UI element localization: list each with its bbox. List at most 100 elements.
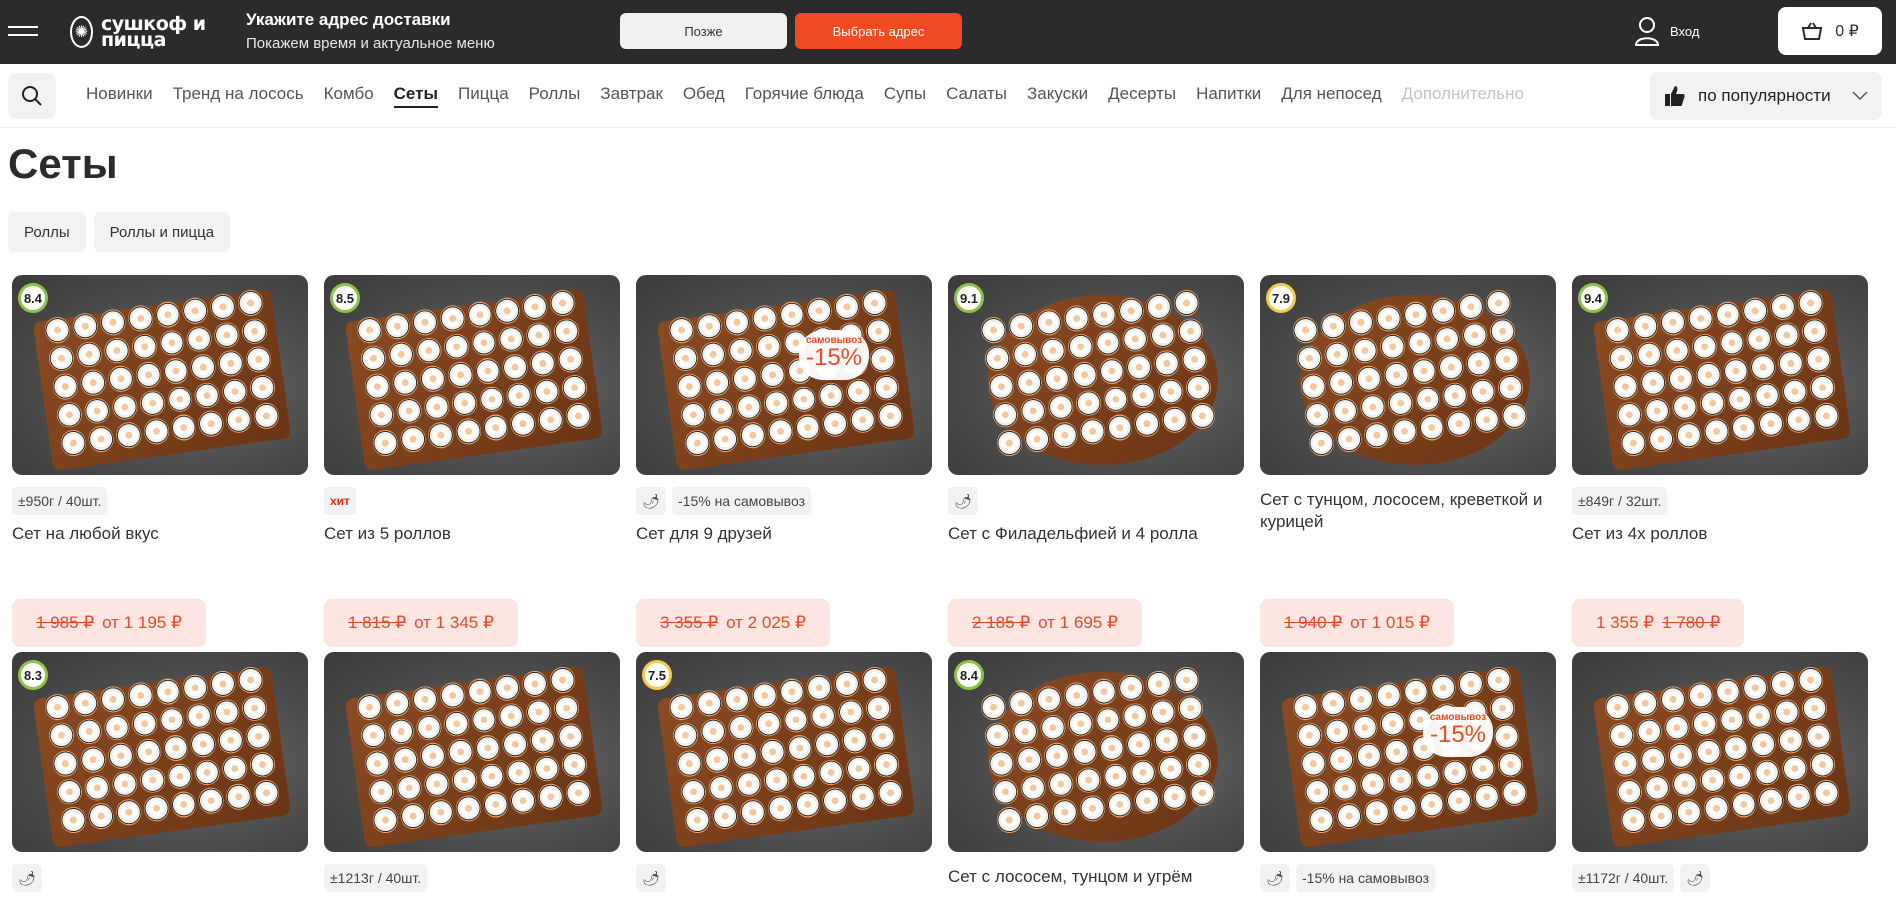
logo-text: сушкоф и пицца (100, 13, 206, 51)
product-photo[interactable] (1572, 652, 1868, 852)
old-price: 1 985 ₽ (36, 613, 95, 632)
product-card[interactable]: ±1172г / 40шт. 🌶 (1572, 652, 1868, 894)
price-button[interactable]: 3 355 ₽ от 2 025 ₽ (636, 599, 830, 647)
rating-badge: 7.5 (642, 660, 672, 690)
product-photo[interactable]: самовывоз -15% (636, 275, 932, 475)
price-button[interactable]: 1 940 ₽ от 1 015 ₽ (1260, 599, 1454, 647)
select-address-button[interactable]: Выбрать адрес (795, 13, 962, 49)
price-button[interactable]: 1 985 ₽ от 1 195 ₽ (12, 599, 206, 647)
basket-icon (1802, 22, 1823, 40)
cart-button[interactable]: 0 ₽ (1778, 7, 1882, 55)
category-item-active[interactable]: Сеты (393, 84, 439, 108)
logo[interactable]: ✺ сушкоф и пицца (70, 12, 220, 52)
search-button[interactable] (8, 73, 56, 119)
current-price: от 1 345 ₽ (414, 613, 494, 632)
cart-total: 0 ₽ (1835, 23, 1859, 40)
category-item[interactable]: Супы (884, 84, 926, 108)
rating-badge: 8.5 (330, 283, 360, 313)
product-photo[interactable]: 7.9 (1260, 275, 1556, 475)
later-button[interactable]: Позже (620, 13, 787, 49)
category-nav: Новинки Тренд на лосось Комбо Сеты Пицца… (0, 64, 1896, 128)
address-subtitle: Покажем время и актуальное меню (246, 35, 495, 52)
hit-tag: хит (324, 487, 356, 515)
rating-badge: 8.3 (18, 660, 48, 690)
product-photo[interactable]: самовывоз -15% (1260, 652, 1556, 852)
rating-badge: 9.1 (954, 283, 984, 313)
old-price: 3 355 ₽ (660, 613, 719, 632)
category-item[interactable]: Завтрак (600, 84, 663, 108)
sort-dropdown[interactable]: по популярности (1650, 72, 1882, 120)
category-item[interactable]: Салаты (946, 84, 1007, 108)
address-title: Укажите адрес доставки (246, 10, 451, 29)
price-button[interactable]: 2 185 ₽ от 1 695 ₽ (948, 599, 1142, 647)
weight-tag: ±950г / 40шт. (12, 487, 108, 515)
chili-icon: 🌶 (636, 487, 666, 515)
category-item[interactable]: Закуски (1027, 84, 1088, 108)
promo-badge: самовывоз -15% (1423, 707, 1493, 757)
logo-icon: ✺ (70, 16, 93, 48)
user-icon (1634, 17, 1660, 46)
product-card[interactable]: 8.5 хит Сет из 5 роллов 1 815 ₽ от 1 345 … (324, 275, 620, 647)
product-card[interactable]: 7.9 Сет с тунцом, лососем, креветкой и к… (1260, 275, 1556, 647)
product-photo[interactable]: 9.1 (948, 275, 1244, 475)
product-name: Сет с лососем, тунцом и угрём (948, 867, 1193, 886)
chili-icon: 🌶 (1680, 864, 1711, 892)
category-item[interactable]: Горячие блюда (745, 84, 864, 108)
thumbs-up-icon (1665, 86, 1685, 106)
login-label: Вход (1670, 23, 1700, 39)
current-price: 1 355 ₽ (1596, 613, 1655, 632)
product-photo[interactable]: 8.4 (948, 652, 1244, 852)
category-item[interactable]: Комбо (324, 84, 374, 108)
product-photo[interactable]: 7.5 (636, 652, 932, 852)
category-item[interactable]: Новинки (86, 84, 153, 108)
product-card[interactable]: 8.4 Сет с лососем, тунцом и угрём (948, 652, 1244, 888)
old-price: 1 940 ₽ (1284, 613, 1343, 632)
promo-badge: самовывоз -15% (799, 330, 869, 380)
product-card[interactable]: самовывоз -15% 🌶 -15% на самовывоз (1260, 652, 1556, 894)
sort-label: по популярности (1698, 86, 1831, 105)
product-card[interactable]: 9.1 🌶 Сет с Филадельфией и 4 ролла 2 185… (948, 275, 1244, 647)
product-card[interactable]: 7.5 🌶 (636, 652, 932, 894)
product-photo[interactable]: 9.4 (1572, 275, 1868, 475)
filter-chip[interactable]: Роллы (8, 212, 86, 252)
page-title: Сеты (8, 140, 118, 187)
chili-icon: 🌶 (948, 487, 978, 515)
category-item[interactable]: Тренд на лосось (173, 84, 304, 108)
product-name: Сет с Филадельфией и 4 ролла (948, 524, 1198, 543)
product-photo[interactable]: 8.4 (12, 275, 308, 475)
old-price: 1 815 ₽ (348, 613, 407, 632)
category-list: Новинки Тренд на лосось Комбо Сеты Пицца… (86, 84, 1524, 108)
category-item[interactable]: Дополнительно (1402, 84, 1524, 108)
product-name: Сет для 9 друзей (636, 524, 772, 543)
login-button[interactable]: Вход (1634, 14, 1699, 48)
category-item[interactable]: Пицца (458, 84, 509, 108)
product-card[interactable]: 9.4 ±849г / 32шт. Сет из 4х роллов 1 355… (1572, 275, 1868, 647)
old-price: 1 780 ₽ (1662, 613, 1721, 632)
product-name: Сет с тунцом, лососем, креветкой и куриц… (1260, 490, 1543, 531)
category-item[interactable]: Десерты (1108, 84, 1176, 108)
product-photo[interactable] (324, 652, 620, 852)
category-item[interactable]: Напитки (1196, 84, 1261, 108)
filter-chips: Роллы Роллы и пицца (8, 212, 231, 252)
top-bar: ✺ сушкоф и пицца Укажите адрес доставки … (0, 0, 1896, 64)
filter-chip[interactable]: Роллы и пицца (93, 212, 231, 252)
product-photo[interactable]: 8.3 (12, 652, 308, 852)
chili-icon: 🌶 (1260, 864, 1290, 892)
category-item[interactable]: Обед (683, 84, 725, 108)
price-button[interactable]: 1 815 ₽ от 1 345 ₽ (324, 599, 518, 647)
menu-icon[interactable] (8, 20, 38, 42)
current-price: от 1 195 ₽ (102, 613, 182, 632)
chili-icon: 🌶 (12, 864, 42, 892)
product-card[interactable]: самовывоз -15% 🌶 -15% на самовывоз Сет для… (636, 275, 932, 647)
product-card[interactable]: 8.4 ±950г / 40шт. Сет на любой вкус 1 98… (12, 275, 308, 647)
product-card[interactable]: 8.3 🌶 (12, 652, 308, 894)
product-name: Сет из 4х роллов (1572, 524, 1708, 543)
category-item[interactable]: Роллы (529, 84, 581, 108)
product-photo[interactable]: 8.5 (324, 275, 620, 475)
price-button[interactable]: 1 355 ₽ 1 780 ₽ (1572, 599, 1745, 647)
category-item[interactable]: Для непосед (1281, 84, 1381, 108)
product-card[interactable]: ±1213г / 40шт. (324, 652, 620, 894)
chevron-down-icon (1852, 91, 1868, 101)
current-price: от 1 015 ₽ (1350, 613, 1430, 632)
current-price: от 1 695 ₽ (1038, 613, 1118, 632)
